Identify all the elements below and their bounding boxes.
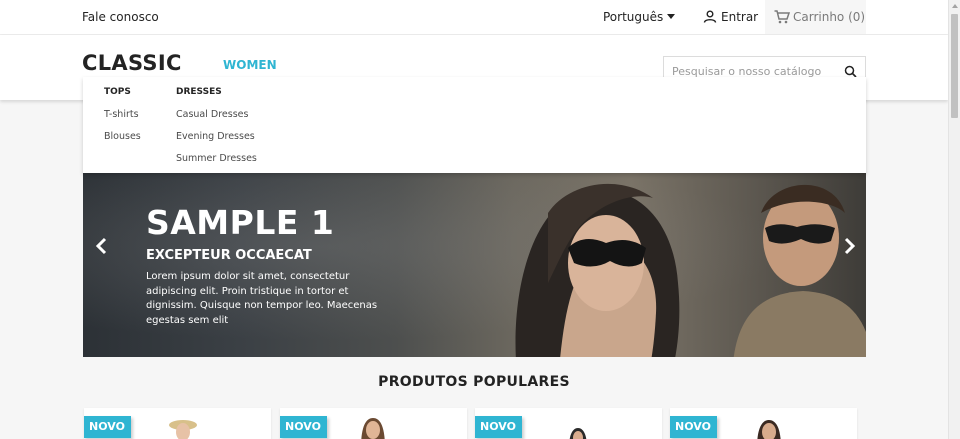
new-badge: NOVO: [84, 416, 131, 438]
hero-slider[interactable]: SAMPLE 1 EXCEPTEUR OCCAECAT Lorem ipsum …: [83, 173, 866, 357]
menu-heading-tops[interactable]: TOPS: [104, 87, 141, 97]
menu-item-summer-dresses[interactable]: Summer Dresses: [176, 153, 257, 175]
popular-products-title: PRODUTOS POPULARES: [378, 374, 570, 390]
new-badge: NOVO: [280, 416, 327, 438]
new-badge: NOVO: [670, 416, 717, 438]
menu-item-tshirts[interactable]: T-shirts: [104, 109, 141, 131]
nav-item-women[interactable]: WOMEN: [223, 58, 277, 72]
product-thumbnail: [757, 420, 781, 439]
person-icon: [703, 10, 717, 23]
menu-heading-dresses[interactable]: DRESSES: [176, 87, 257, 97]
chevron-left-icon[interactable]: [91, 235, 113, 257]
product-card[interactable]: NOVO: [670, 408, 857, 439]
cart-button[interactable]: Carrinho (0): [765, 0, 866, 34]
product-thumbnail: [569, 428, 587, 439]
top-bar: Fale conosco Português Entrar Carrinho (…: [0, 0, 948, 35]
menu-item-blouses[interactable]: Blouses: [104, 131, 141, 153]
page-scrollbar[interactable]: [948, 0, 960, 439]
new-badge: NOVO: [475, 416, 522, 438]
product-thumbnail: [361, 418, 385, 439]
slide-subtitle: EXCEPTEUR OCCAECAT: [146, 248, 312, 263]
contact-link[interactable]: Fale conosco: [82, 10, 159, 24]
slide-model-man-image: [733, 184, 866, 357]
product-card[interactable]: NOVO: [475, 408, 662, 439]
language-selector[interactable]: Português: [603, 10, 676, 24]
cart-label: Carrinho (0): [793, 10, 866, 24]
slide-model-woman-image: [515, 183, 680, 357]
signin-label: Entrar: [721, 10, 759, 24]
menu-item-evening-dresses[interactable]: Evening Dresses: [176, 131, 257, 153]
slide-description: Lorem ipsum dolor sit amet, consectetur …: [146, 271, 378, 326]
signin-link[interactable]: Entrar: [703, 10, 758, 24]
cart-icon: [774, 10, 791, 24]
slide-title: SAMPLE 1: [146, 203, 335, 242]
scrollbar-thumb[interactable]: [951, 14, 958, 118]
women-dropdown-menu: TOPS T-shirts Blouses DRESSES Casual Dre…: [83, 77, 866, 173]
shop-logo[interactable]: CLASSIC: [82, 51, 182, 75]
scroll-up-icon[interactable]: [952, 4, 958, 8]
product-card[interactable]: NOVO: [280, 408, 467, 439]
menu-column-tops: TOPS T-shirts Blouses: [104, 87, 141, 153]
language-label: Português: [603, 10, 664, 24]
caret-down-icon: [667, 14, 676, 19]
product-card[interactable]: NOVO: [84, 408, 271, 439]
chevron-right-icon[interactable]: [838, 235, 860, 257]
product-thumbnail: [169, 420, 197, 439]
menu-item-casual-dresses[interactable]: Casual Dresses: [176, 109, 257, 131]
menu-column-dresses: DRESSES Casual Dresses Evening Dresses S…: [176, 87, 257, 175]
